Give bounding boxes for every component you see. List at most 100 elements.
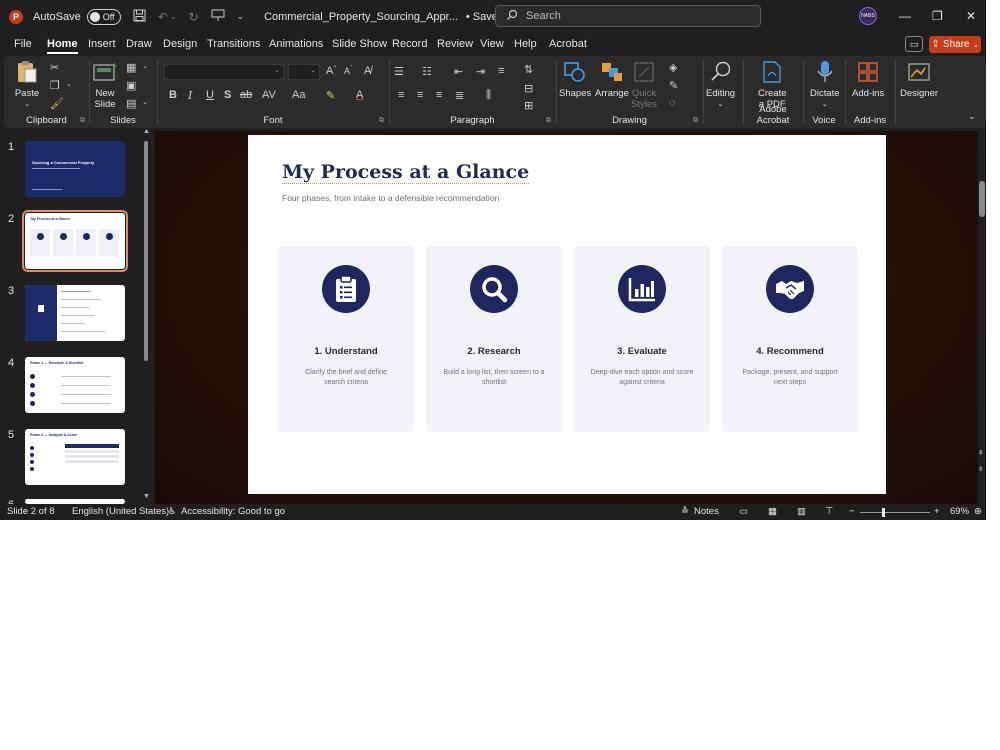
tab-record[interactable]: Record — [392, 33, 427, 55]
accessibility-status[interactable]: Accessibility: Good to go — [181, 506, 285, 517]
restore-icon[interactable]: ❐ — [932, 9, 943, 23]
decrease-font-icon[interactable]: Aˇ — [344, 66, 352, 76]
undo-icon[interactable]: ↶ — [158, 10, 168, 24]
slide-thumbnail[interactable] — [25, 285, 125, 341]
copy-dropdown-icon[interactable]: ⌄ — [66, 80, 72, 88]
shape-outline-icon[interactable]: ✎ — [669, 79, 678, 92]
slide-subtitle[interactable]: Four phases, from intake to a defensible… — [282, 193, 499, 203]
clipboard-launcher-icon[interactable]: ⧉ — [80, 117, 85, 125]
tab-acrobat[interactable]: Acrobat — [549, 33, 587, 55]
font-launcher-icon[interactable]: ⧉ — [379, 117, 384, 125]
tab-animations[interactable]: Animations — [269, 33, 323, 55]
numbering-icon[interactable]: ☷ — [422, 65, 432, 78]
customize-toolbar-icon[interactable]: ⌄ — [237, 11, 245, 22]
redo-icon[interactable]: ↻ — [188, 10, 198, 24]
reset-icon[interactable]: ▣ — [126, 79, 136, 92]
tab-transitions[interactable]: Transitions — [207, 33, 260, 55]
slide-canvas[interactable]: My Process at a Glance Four phases, from… — [248, 135, 886, 494]
reading-view-icon[interactable]: ▥ — [797, 506, 806, 517]
cut-icon[interactable]: ✂ — [50, 61, 59, 74]
dictate-button[interactable]: Dictate ⌄ — [810, 59, 840, 110]
zoom-slider-thumb[interactable] — [882, 508, 885, 517]
slide-sorter-icon[interactable]: ▦ — [768, 506, 777, 517]
normal-view-icon[interactable]: ▭ — [739, 506, 748, 517]
slide-thumbnail-selected[interactable]: My Process at a Glance — [22, 210, 128, 272]
format-painter-icon[interactable]: 🖌 — [50, 97, 64, 110]
zoom-slider[interactable] — [860, 512, 930, 513]
tab-view[interactable]: View — [480, 33, 504, 55]
drawing-launcher-icon[interactable]: ⧉ — [693, 117, 698, 125]
quick-styles-button[interactable]: Quick Styles — [631, 59, 657, 110]
slide-thumbnail[interactable]: Phase 1 — Research & Shortlist — [25, 357, 125, 413]
change-case-icon[interactable]: Aa — [292, 89, 305, 101]
bold-icon[interactable]: B — [169, 89, 177, 101]
zoom-out-icon[interactable]: − — [849, 506, 855, 517]
user-avatar[interactable]: NABS — [859, 7, 877, 25]
close-icon[interactable]: ✕ — [966, 9, 976, 23]
minimize-icon[interactable]: — — [899, 9, 911, 23]
slide-title[interactable]: My Process at a Glance — [282, 161, 530, 184]
scroll-down-icon[interactable]: ▼ — [143, 493, 150, 500]
decrease-indent-icon[interactable]: ⇤ — [454, 65, 463, 78]
document-filename[interactable]: Commercial_Property_Sourcing_Appr... — [264, 11, 458, 23]
slideshow-view-icon[interactable]: ⊤ — [825, 506, 833, 517]
comments-icon[interactable]: ▭ — [905, 36, 923, 52]
font-family-dropdown[interactable]: ⌄ — [164, 64, 284, 80]
tab-draw[interactable]: Draw — [126, 33, 152, 55]
editor-scrollbar[interactable]: ⇞ ⇟ — [978, 131, 986, 504]
shapes-button[interactable]: Shapes — [559, 59, 591, 99]
fit-slide-icon[interactable]: ⊕ — [974, 506, 982, 517]
tab-help[interactable]: Help — [514, 33, 537, 55]
align-center-icon[interactable]: ≡ — [417, 89, 423, 101]
slide-thumbnail[interactable]: Sourcing a Commercial Property — [25, 141, 125, 197]
clear-formatting-icon[interactable]: A̸ — [364, 65, 371, 77]
share-button[interactable]: ⇪ Share ⌄ — [929, 36, 981, 53]
increase-font-icon[interactable]: A^ — [326, 65, 336, 77]
present-icon[interactable] — [211, 9, 225, 25]
paste-button[interactable]: Paste ⌄ — [14, 59, 40, 110]
zoom-level[interactable]: 69% — [950, 506, 969, 517]
editing-button[interactable]: Editing ⌄ — [706, 59, 735, 110]
tab-insert[interactable]: Insert — [88, 33, 116, 55]
shape-effects-icon[interactable]: ◌ — [669, 97, 676, 109]
paragraph-launcher-icon[interactable]: ⧉ — [546, 117, 551, 125]
layout-dropdown-icon[interactable]: ⌄ — [142, 62, 148, 70]
zoom-in-icon[interactable]: + — [934, 506, 940, 517]
search-box[interactable]: Search — [495, 5, 761, 27]
tab-slide-show[interactable]: Slide Show — [332, 33, 387, 55]
collapse-ribbon-icon[interactable]: ⌄ — [968, 111, 976, 122]
layout-icon[interactable]: ▦ — [126, 61, 136, 74]
scrollbar-thumb[interactable] — [979, 181, 985, 217]
section-icon[interactable]: ▤ — [126, 97, 136, 110]
create-pdf-button[interactable]: Create a PDF — [758, 59, 787, 110]
smartart-icon[interactable]: ⊞ — [524, 99, 533, 112]
strikethrough-icon[interactable]: ab — [240, 89, 252, 101]
shadow-icon[interactable]: S — [224, 89, 231, 101]
bullets-icon[interactable]: ☰ — [394, 65, 404, 78]
process-card[interactable]: 4. Recommend Package, present, and suppo… — [722, 246, 858, 432]
italic-icon[interactable]: I — [188, 89, 192, 102]
shape-fill-icon[interactable]: ◈ — [669, 61, 677, 74]
process-card[interactable]: 3. Evaluate Deep-dive each option and sc… — [574, 246, 710, 432]
undo-dropdown-icon[interactable]: ⌄ — [170, 12, 177, 21]
process-card[interactable]: 2. Research Build a long list, then scre… — [426, 246, 562, 432]
character-spacing-icon[interactable]: AV — [262, 89, 276, 101]
columns-icon[interactable]: ⫼ — [486, 89, 491, 102]
notes-button[interactable]: Notes — [694, 506, 719, 517]
font-size-dropdown[interactable]: ⌄ — [288, 64, 320, 80]
font-color-icon[interactable]: A — [356, 89, 363, 101]
notes-icon[interactable]: ≙ — [681, 506, 689, 517]
addins-button[interactable]: Add-ins — [852, 59, 884, 99]
arrange-button[interactable]: Arrange — [595, 59, 629, 99]
tab-review[interactable]: Review — [437, 33, 473, 55]
language-status[interactable]: English (United States) — [72, 506, 169, 517]
tab-home[interactable]: Home — [47, 33, 78, 55]
increase-indent-icon[interactable]: ⇥ — [476, 65, 485, 78]
align-left-icon[interactable]: ≡ — [398, 89, 404, 101]
copy-icon[interactable]: ❐ — [50, 79, 60, 92]
thumbnails-scrollbar[interactable]: ▲ ▼ — [142, 128, 150, 504]
accessibility-icon[interactable]: ♿︎ — [168, 506, 177, 517]
section-dropdown-icon[interactable]: ⌄ — [142, 98, 148, 106]
scroll-up-icon[interactable]: ▲ — [143, 128, 150, 135]
previous-slide-icon[interactable]: ⇞ — [978, 449, 984, 457]
